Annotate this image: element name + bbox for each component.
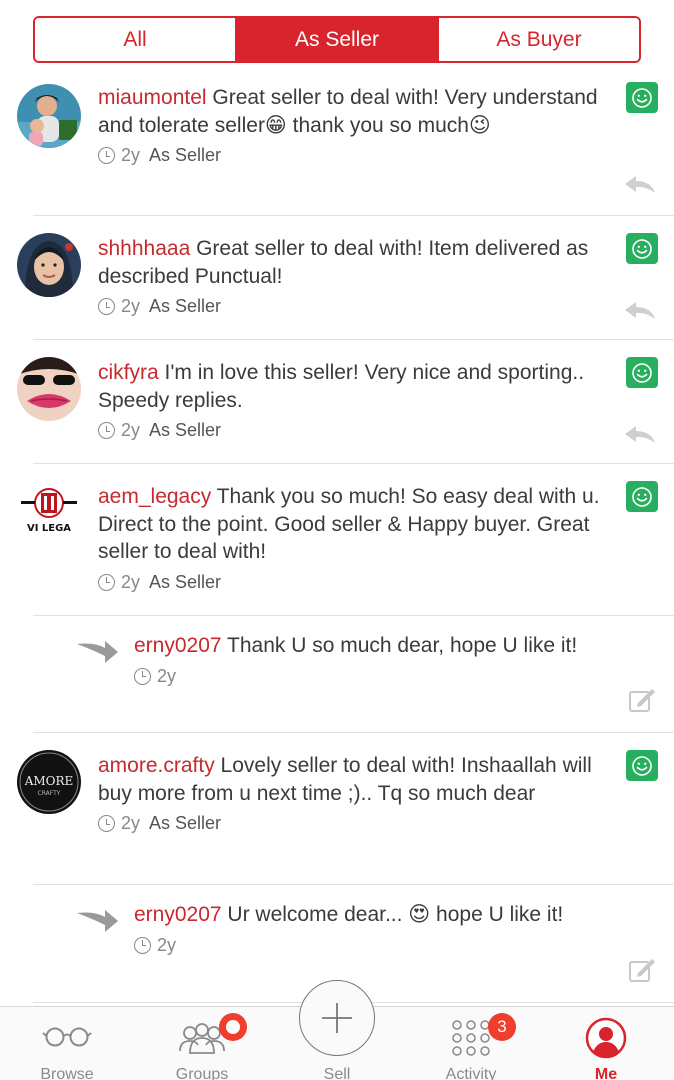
review-item: shhhhaaa Great seller to deal with! Item… <box>17 216 674 340</box>
edit-icon[interactable] <box>628 957 656 983</box>
reply-arrow-icon <box>77 910 118 932</box>
sell-button[interactable] <box>299 980 375 1056</box>
review-content: shhhhaaa Great seller to deal with! Item… <box>98 235 603 317</box>
clock-icon <box>134 667 151 685</box>
review-age: 2y <box>121 571 141 592</box>
review-item: VI LEGA aem_legacy Thank you so much! So… <box>17 464 674 616</box>
username-link[interactable]: miaumontel <box>98 86 207 109</box>
review-role: As Seller <box>149 420 222 440</box>
review-age: 2y <box>121 296 141 316</box>
reply-age: 2y <box>157 934 177 955</box>
profile-icon <box>585 1017 627 1059</box>
avatar[interactable]: AMORE CRAFTY <box>17 750 81 814</box>
amore-logo-text: AMORE <box>24 774 74 788</box>
clock-icon <box>98 815 115 832</box>
review-meta: 2y As Seller <box>98 145 603 166</box>
reply-content: erny0207 Ur welcome dear... 😍 hope U lik… <box>134 901 614 956</box>
positive-rating-icon <box>626 233 658 264</box>
seller-reply: erny0207 Thank U so much dear, hope U li… <box>33 616 674 733</box>
review-text: I'm in love this seller! Very nice and s… <box>98 361 585 412</box>
avatar[interactable] <box>17 84 81 148</box>
tab-all[interactable]: All <box>35 18 235 61</box>
reply-text: Thank U so much dear, hope U like it! <box>221 634 578 657</box>
review-meta: 2y As Seller <box>98 813 603 834</box>
review-age: 2y <box>121 813 141 833</box>
activity-badge: 3 <box>488 1013 516 1041</box>
positive-rating-icon <box>626 357 658 388</box>
tab-as-buyer[interactable]: As Buyer <box>437 18 639 61</box>
clock-icon <box>98 147 115 164</box>
positive-rating-icon <box>626 750 658 781</box>
review-role: As Seller <box>149 145 222 165</box>
amore-logo-subtext: CRAFTY <box>38 790 61 797</box>
clock-icon <box>98 573 115 591</box>
review-role: As Seller <box>149 296 222 316</box>
reply-age: 2y <box>157 665 177 686</box>
legacy-logo-text: VI LEGA <box>27 523 71 534</box>
avatar[interactable] <box>17 233 81 297</box>
review-meta: 2y As Seller <box>98 572 603 593</box>
positive-rating-icon <box>626 481 658 512</box>
tab-as-seller[interactable]: As Seller <box>235 18 437 61</box>
review-filter-segmented-control: All As Seller As Buyer <box>33 16 641 63</box>
plus-icon <box>322 1003 352 1033</box>
username-link[interactable]: erny0207 <box>134 634 222 657</box>
activity-grid-icon <box>452 1020 490 1056</box>
tab-browse[interactable]: Browse <box>2 1007 132 1080</box>
reply-meta: 2y <box>134 666 614 687</box>
tab-groups[interactable]: Groups <box>137 1007 267 1080</box>
username-link[interactable]: shhhhaaa <box>98 237 190 260</box>
tab-activity[interactable]: 3 Activity <box>406 1007 536 1080</box>
tab-label: Groups <box>175 1066 229 1080</box>
review-age: 2y <box>121 420 141 440</box>
review-item: miaumontel Great seller to deal with! Ve… <box>17 76 674 216</box>
tab-me[interactable]: Me <box>541 1007 671 1080</box>
review-role: As Seller <box>149 571 222 592</box>
reply-text: Ur welcome dear... 😍 hope U like it! <box>221 903 564 926</box>
avatar[interactable] <box>17 357 81 421</box>
review-content: aem_legacy Thank you so much! So easy de… <box>98 483 603 593</box>
clock-icon <box>134 936 151 954</box>
clock-icon <box>98 422 115 439</box>
username-link[interactable]: cikfyra <box>98 361 159 384</box>
tab-label: Activity <box>445 1066 497 1080</box>
edit-icon[interactable] <box>628 687 656 713</box>
notification-dot <box>219 1013 247 1041</box>
review-role: As Seller <box>149 813 222 833</box>
reply-content: erny0207 Thank U so much dear, hope U li… <box>134 632 614 687</box>
positive-rating-icon <box>626 82 658 113</box>
tab-label: Me <box>594 1066 618 1080</box>
tab-label: Browse <box>40 1066 94 1080</box>
review-content: miaumontel Great seller to deal with! Ve… <box>98 84 603 166</box>
reply-icon[interactable] <box>624 175 656 195</box>
review-item: cikfyra I'm in love this seller! Very ni… <box>17 340 674 464</box>
review-item: AMORE CRAFTY amore.crafty Lovely seller … <box>17 733 674 885</box>
review-meta: 2y As Seller <box>98 420 603 441</box>
reply-arrow-icon <box>77 641 118 663</box>
clock-icon <box>98 298 115 315</box>
reply-icon[interactable] <box>624 301 656 321</box>
glasses-icon <box>42 1027 92 1047</box>
username-link[interactable]: amore.crafty <box>98 754 215 777</box>
reply-icon[interactable] <box>624 425 656 445</box>
review-content: amore.crafty Lovely seller to deal with!… <box>98 752 603 834</box>
username-link[interactable]: aem_legacy <box>98 485 211 508</box>
reply-meta: 2y <box>134 935 614 956</box>
username-link[interactable]: erny0207 <box>134 903 222 926</box>
review-feed: miaumontel Great seller to deal with! Ve… <box>0 76 674 1003</box>
tab-label: Sell <box>323 1066 351 1080</box>
avatar[interactable]: VI LEGA <box>17 481 81 545</box>
review-age: 2y <box>121 145 141 165</box>
review-content: cikfyra I'm in love this seller! Very ni… <box>98 359 603 441</box>
review-meta: 2y As Seller <box>98 296 603 317</box>
